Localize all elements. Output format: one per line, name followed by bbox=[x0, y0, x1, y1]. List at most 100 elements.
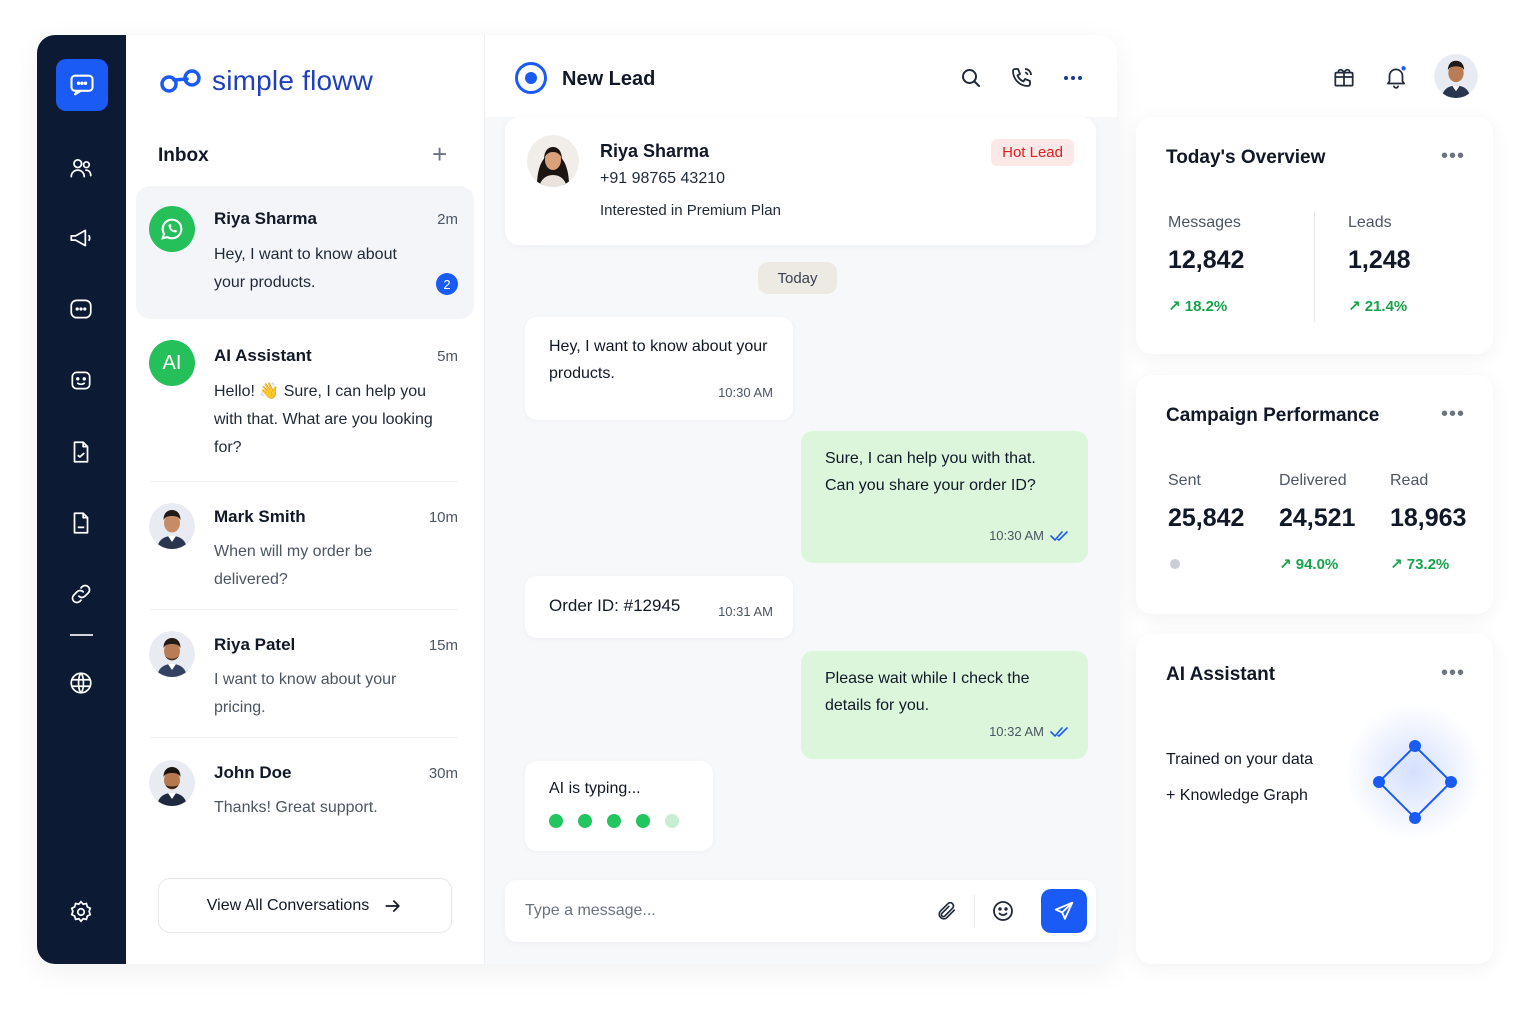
user-avatar[interactable] bbox=[1434, 54, 1478, 98]
message-bubble-outgoing: Sure, I can help you with that. Can you … bbox=[801, 431, 1088, 563]
conversation-name: AI Assistant bbox=[214, 346, 312, 365]
stat-label: Read bbox=[1390, 472, 1429, 489]
message-dots-icon bbox=[70, 299, 92, 319]
message-bubble-incoming: Hey, I want to know about your products.… bbox=[525, 317, 793, 420]
emoji-button[interactable] bbox=[989, 897, 1017, 925]
message-text: Sure, I can help you with that. Can you … bbox=[825, 450, 1036, 494]
megaphone-icon bbox=[70, 229, 91, 247]
stat-label: Delivered bbox=[1279, 472, 1347, 489]
conversation-time: 5m bbox=[437, 348, 458, 365]
more-options-button[interactable]: ••• bbox=[1441, 146, 1465, 166]
phone-icon bbox=[1012, 68, 1032, 87]
rail-templates-button[interactable] bbox=[64, 435, 98, 469]
conversation-name: Riya Patel bbox=[214, 635, 296, 654]
more-options-button[interactable] bbox=[1059, 64, 1087, 92]
document-icon bbox=[73, 441, 89, 463]
message-time: 10:30 AM bbox=[718, 385, 773, 400]
whatsapp-icon bbox=[149, 206, 195, 252]
composer-divider bbox=[974, 895, 975, 927]
rail-bots-button[interactable] bbox=[64, 363, 98, 397]
message-time: 10:31 AM bbox=[718, 604, 773, 619]
app-window: simple floww Inbox + Riya Sharma 2m Hey,… bbox=[37, 35, 1117, 964]
stat-value: 12,842 bbox=[1168, 246, 1245, 274]
stat-sent: Sent 25,842 bbox=[1168, 472, 1244, 569]
message-input[interactable] bbox=[525, 896, 915, 926]
contact-name: Riya Sharma bbox=[600, 141, 710, 161]
rail-web-button[interactable] bbox=[64, 666, 98, 700]
card-title: Campaign Performance bbox=[1166, 405, 1380, 426]
settings-icon bbox=[70, 900, 92, 923]
conversation-preview: I want to know about your pricing. bbox=[214, 671, 397, 716]
add-conversation-button[interactable]: + bbox=[432, 141, 447, 167]
stat-leads: Leads 1,248 ↗ 21.4% bbox=[1348, 214, 1411, 315]
conversation-item[interactable]: Riya Patel 15m I want to know about your… bbox=[136, 610, 474, 738]
stat-trend: ↗ 94.0% bbox=[1279, 556, 1339, 573]
rail-settings-button[interactable] bbox=[64, 895, 98, 929]
ai-assistant-card: AI Assistant ••• Trained on your data + … bbox=[1136, 634, 1493, 964]
attach-button[interactable] bbox=[933, 897, 961, 925]
typing-label: AI is typing... bbox=[549, 780, 641, 797]
gift-icon bbox=[1334, 68, 1354, 87]
contact-avatar bbox=[527, 135, 579, 187]
stat-label: Sent bbox=[1168, 472, 1201, 489]
rail-messages-button[interactable] bbox=[64, 292, 98, 326]
conversation-preview: Hey, I want to know about your products. bbox=[214, 246, 397, 291]
send-button[interactable] bbox=[1041, 889, 1087, 933]
stat-label: Messages bbox=[1168, 214, 1241, 231]
view-all-label: View All Conversations bbox=[206, 896, 370, 914]
more-horizontal-icon bbox=[1064, 76, 1082, 80]
inbox-panel: simple floww Inbox + Riya Sharma 2m Hey,… bbox=[126, 35, 484, 964]
double-check-icon bbox=[1050, 530, 1068, 541]
paperclip-icon bbox=[938, 901, 956, 920]
left-rail bbox=[37, 35, 126, 964]
brand-logo[interactable]: simple floww bbox=[158, 65, 373, 97]
infinity-logo-icon bbox=[160, 69, 201, 93]
message-meta: 10:32 AM bbox=[989, 718, 1070, 745]
globe-icon bbox=[70, 672, 92, 694]
conversation-preview: Thanks! Great support. bbox=[214, 799, 378, 816]
conversation-time: 2m bbox=[437, 211, 458, 228]
conversation-item[interactable]: John Doe 30m Thanks! Great support. bbox=[136, 738, 474, 848]
message-composer bbox=[505, 880, 1096, 942]
message-bubble-incoming: Order ID: #12945 10:31 AM bbox=[525, 576, 793, 638]
call-button[interactable] bbox=[1008, 64, 1036, 92]
stat-trend: ↗ 21.4% bbox=[1348, 298, 1408, 315]
gift-button[interactable] bbox=[1327, 60, 1361, 94]
message-text: Please wait while I check the details fo… bbox=[825, 670, 1030, 714]
notifications-button[interactable] bbox=[1379, 60, 1413, 94]
view-all-conversations-button[interactable]: View All Conversations bbox=[158, 878, 452, 933]
rail-integrations-button[interactable] bbox=[64, 577, 98, 611]
brand-name: simple floww bbox=[212, 65, 374, 96]
todays-overview-card: Today's Overview ••• Messages 12,842 ↗ 1… bbox=[1136, 117, 1493, 354]
status-dot bbox=[1170, 559, 1180, 569]
stat-trend: ↗ 73.2% bbox=[1390, 556, 1450, 573]
more-options-button[interactable]: ••• bbox=[1441, 404, 1465, 424]
chat-panel: New Lead Riya Sharma +91 98765 43210 Int… bbox=[484, 35, 1117, 964]
inbox-title: Inbox bbox=[158, 145, 209, 166]
search-button[interactable] bbox=[957, 64, 985, 92]
stat-messages: Messages 12,842 ↗ 18.2% bbox=[1168, 214, 1244, 315]
conversation-time: 10m bbox=[428, 509, 458, 526]
conversation-name: Riya Sharma bbox=[214, 209, 317, 228]
rail-campaigns-button[interactable] bbox=[64, 221, 98, 255]
file-icon bbox=[73, 512, 89, 534]
conversation-item[interactable]: Mark Smith 10m When will my order be del… bbox=[136, 482, 474, 610]
conversation-item[interactable]: AI AI Assistant 5m Hello! 👋 Sure, I can … bbox=[136, 325, 474, 482]
more-options-button[interactable]: ••• bbox=[1441, 663, 1465, 683]
message-time: 10:30 AM bbox=[989, 528, 1044, 543]
users-icon bbox=[70, 159, 92, 178]
stat-value: 18,963 bbox=[1390, 504, 1467, 532]
ai-description-line1: Trained on your data bbox=[1166, 751, 1314, 768]
chat-header: New Lead bbox=[485, 35, 1117, 117]
typing-dots bbox=[549, 814, 679, 828]
conversation-item[interactable]: Riya Sharma 2m Hey, I want to know about… bbox=[136, 186, 474, 319]
typing-indicator: AI is typing... bbox=[525, 761, 713, 851]
campaign-performance-card: Campaign Performance ••• Sent 25,842 Del… bbox=[1136, 375, 1493, 614]
send-icon bbox=[1054, 901, 1074, 920]
rail-contacts-button[interactable] bbox=[64, 151, 98, 185]
emoji-icon bbox=[993, 901, 1013, 921]
rail-files-button[interactable] bbox=[64, 506, 98, 540]
double-check-icon bbox=[1050, 726, 1068, 737]
rail-chat-button[interactable] bbox=[56, 59, 108, 111]
stat-value: 24,521 bbox=[1279, 504, 1356, 532]
